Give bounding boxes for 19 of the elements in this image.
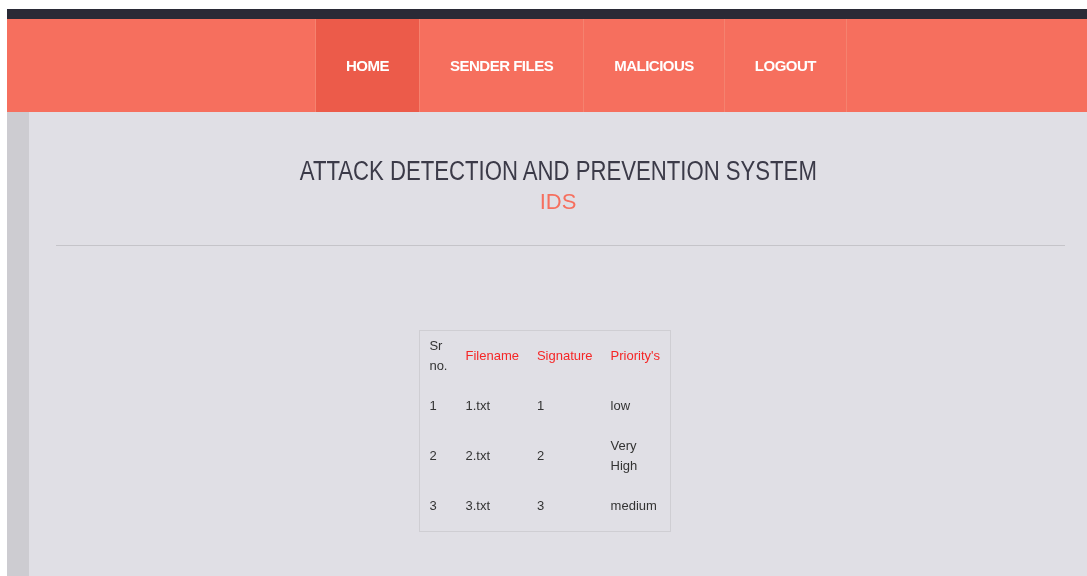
table-cell-text: 1.txt [464,397,492,415]
column-header: Priority's [601,331,671,381]
table-cell: medium [601,481,671,531]
table-cell-text: 1 [428,397,438,415]
table-cell-text: 3.txt [464,497,492,515]
column-header: Signature [535,347,594,365]
table-cell-text: 3 [535,497,546,515]
page-subtitle: IDS [539,189,577,215]
column-header: Filename [464,347,520,365]
table-cell: Very High [601,431,671,481]
nav-link[interactable]: HOME [315,19,419,112]
table-cell-text: 3 [428,497,438,515]
table-cell-text: 2 [535,447,546,465]
page-title: ATTACK DETECTION AND PREVENTION SYSTEM [299,156,817,187]
table-cell-text: 2 [428,447,438,465]
column-header: Sr no. [428,337,449,375]
table-cell: low [601,381,671,431]
table-cell-text: 2.txt [464,447,492,465]
table-cell-text: 1 [535,397,546,415]
